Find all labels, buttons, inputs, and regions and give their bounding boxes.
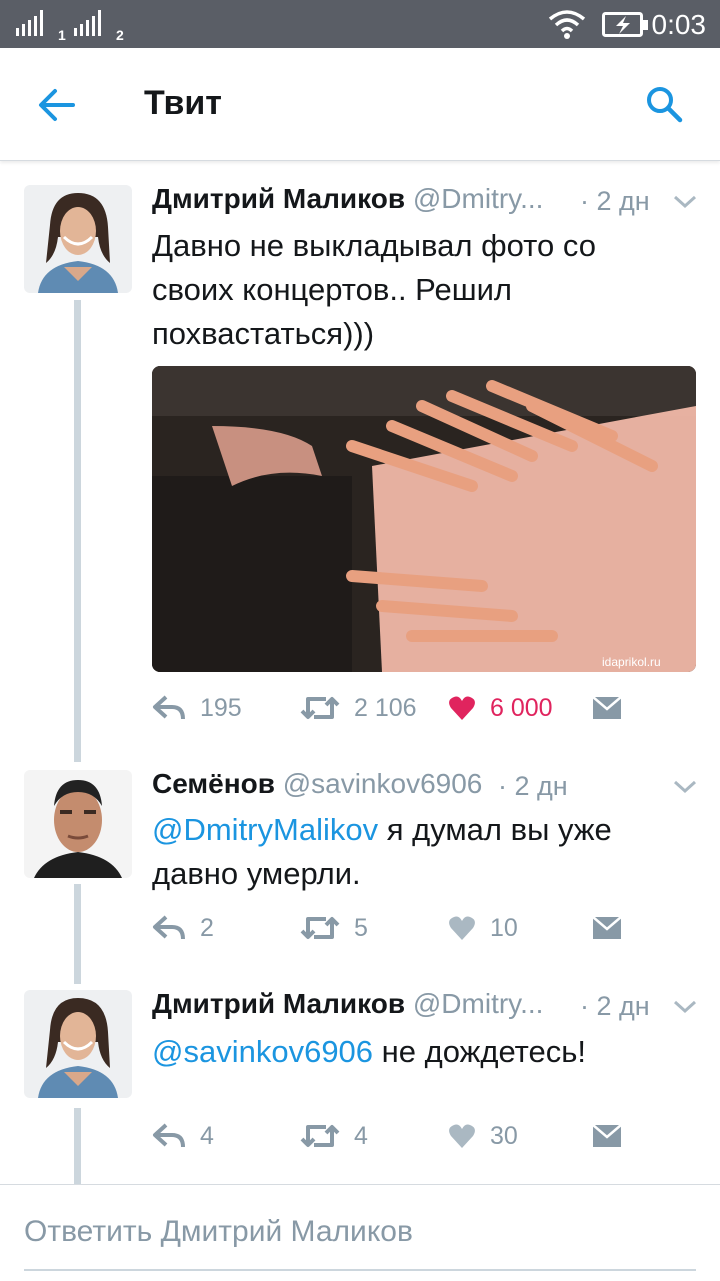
heart-icon bbox=[449, 916, 475, 940]
search-icon[interactable] bbox=[644, 84, 684, 124]
like-count: 6 000 bbox=[490, 693, 553, 722]
page-title: Твит bbox=[144, 84, 222, 122]
envelope-icon bbox=[592, 1124, 622, 1147]
like-count: 10 bbox=[490, 913, 518, 942]
clock: 0:03 bbox=[651, 9, 707, 40]
back-arrow-icon[interactable] bbox=[38, 88, 76, 122]
reply-count: 195 bbox=[200, 693, 242, 722]
chevron-down-icon[interactable] bbox=[672, 779, 698, 795]
chevron-down-icon[interactable] bbox=[672, 194, 698, 210]
tweet-timestamp: · 2 дн bbox=[580, 991, 650, 1021]
reply-button[interactable]: 2 bbox=[152, 908, 214, 948]
status-bar: 1 2 0:03 bbox=[0, 0, 720, 48]
tweet-text: @savinkov6906 не дождетесь! bbox=[152, 1034, 587, 1069]
tweet-author-name[interactable]: Семёнов @savinkov6906 bbox=[152, 768, 482, 800]
photo-watermark: idaprikol.ru bbox=[602, 655, 661, 669]
retweet-count: 2 106 bbox=[354, 693, 417, 722]
tweet-timestamp: · 2 дн bbox=[498, 771, 568, 801]
retweet-button[interactable]: 4 bbox=[300, 1116, 368, 1156]
reply-count: 4 bbox=[200, 1121, 214, 1150]
like-count: 30 bbox=[490, 1121, 518, 1150]
like-button[interactable]: 10 bbox=[448, 908, 518, 948]
mention-link[interactable]: @DmitryMalikov bbox=[152, 812, 378, 847]
reply-input-placeholder[interactable]: Ответить Дмитрий Маликов bbox=[24, 1215, 413, 1249]
retweet-count: 5 bbox=[354, 913, 368, 942]
tweet-author-name[interactable]: Дмитрий Маликов @Dmitry... bbox=[152, 183, 543, 215]
like-button[interactable]: 30 bbox=[448, 1116, 518, 1156]
tweet-timestamp: · 2 дн bbox=[580, 186, 650, 216]
thread-line bbox=[74, 884, 81, 984]
retweet-count: 4 bbox=[354, 1121, 368, 1150]
signal-icon-sim1 bbox=[16, 10, 43, 36]
heart-icon bbox=[449, 696, 475, 720]
reply-icon bbox=[153, 1123, 185, 1148]
dm-button[interactable] bbox=[592, 688, 622, 728]
tweet-author-handle: @Dmitry... bbox=[412, 988, 544, 1019]
envelope-icon bbox=[592, 696, 622, 719]
reply-button[interactable]: 195 bbox=[152, 688, 242, 728]
retweet-icon bbox=[300, 1125, 340, 1147]
sim2-label: 2 bbox=[116, 27, 124, 43]
retweet-button[interactable]: 5 bbox=[300, 908, 368, 948]
tweet-photo[interactable]: idaprikol.ru bbox=[152, 366, 696, 672]
envelope-icon bbox=[592, 916, 622, 939]
tweet-author-handle: @Dmitry... bbox=[412, 183, 544, 214]
reply-composer[interactable]: Ответить Дмитрий Маликов bbox=[0, 1184, 720, 1281]
wifi-icon bbox=[548, 10, 586, 39]
avatar[interactable] bbox=[24, 770, 132, 878]
retweet-icon bbox=[300, 697, 340, 719]
reply-button[interactable]: 4 bbox=[152, 1116, 214, 1156]
reply-icon bbox=[153, 915, 185, 940]
signal-icon-sim2 bbox=[74, 10, 101, 36]
tweet-author-handle: @savinkov6906 bbox=[282, 768, 483, 799]
top-bar: Твит bbox=[0, 48, 720, 161]
dm-button[interactable] bbox=[592, 1116, 622, 1156]
sim1-label: 1 bbox=[58, 27, 66, 43]
tweet-actions: 195 2 106 6 000 bbox=[152, 688, 692, 728]
thread-line bbox=[74, 1108, 81, 1184]
tweet-actions: 4 4 30 bbox=[152, 1116, 692, 1156]
retweet-button[interactable]: 2 106 bbox=[300, 688, 417, 728]
thread-line bbox=[74, 300, 81, 762]
like-button[interactable]: 6 000 bbox=[448, 688, 553, 728]
battery-icon bbox=[602, 12, 648, 37]
reply-icon bbox=[153, 695, 185, 720]
reply-input-underline bbox=[24, 1269, 696, 1271]
tweet-text: @DmitryMalikov я думал вы уже давно умер… bbox=[152, 812, 612, 891]
avatar[interactable] bbox=[24, 185, 132, 293]
dm-button[interactable] bbox=[592, 908, 622, 948]
retweet-icon bbox=[300, 917, 340, 939]
avatar[interactable] bbox=[24, 990, 132, 1098]
tweet-actions: 2 5 10 bbox=[152, 908, 692, 948]
tweet-text: Давно не выкладывал фото со своих концер… bbox=[152, 228, 596, 351]
mention-link[interactable]: @savinkov6906 bbox=[152, 1034, 373, 1069]
reply-count: 2 bbox=[200, 913, 214, 942]
heart-icon bbox=[449, 1124, 475, 1148]
tweet-author-name[interactable]: Дмитрий Маликов @Dmitry... bbox=[152, 988, 543, 1020]
chevron-down-icon[interactable] bbox=[672, 999, 698, 1015]
